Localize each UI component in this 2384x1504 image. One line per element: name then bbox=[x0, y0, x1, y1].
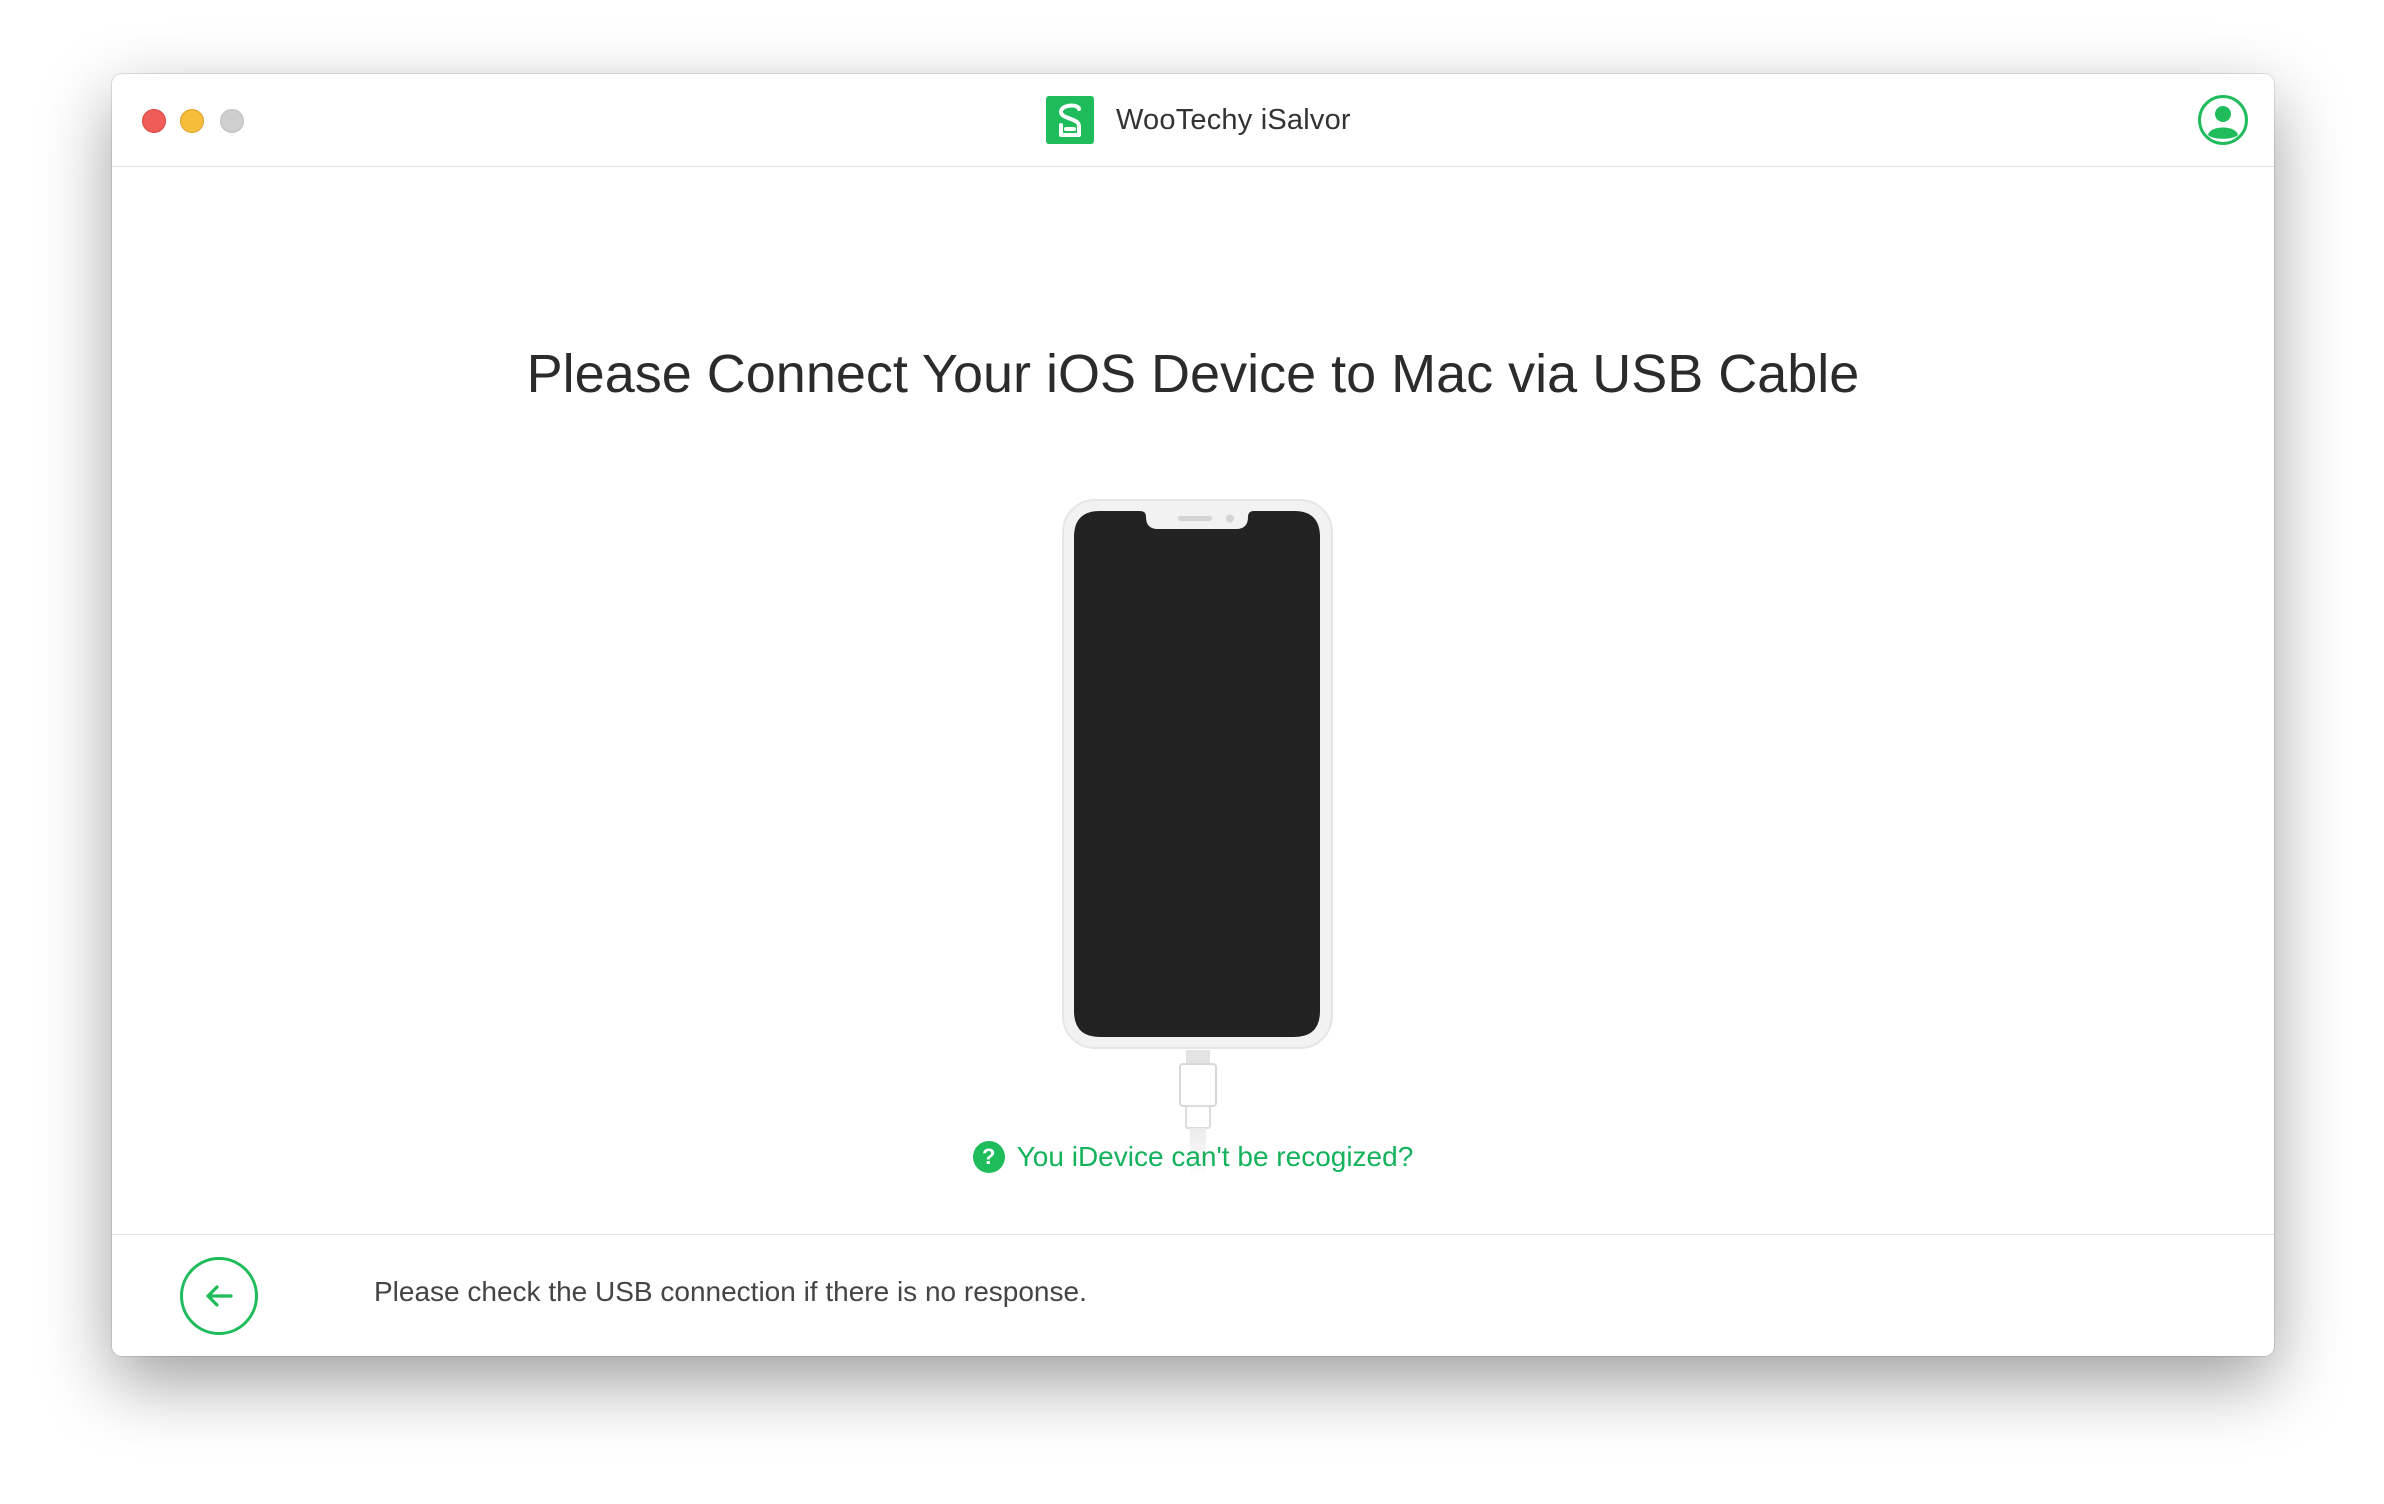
app-logo-icon bbox=[1046, 96, 1094, 144]
main-content: Please Connect Your iOS Device to Mac vi… bbox=[112, 167, 2274, 1234]
app-title-group: WooTechy iSalvor bbox=[1046, 94, 1351, 146]
title-bar: WooTechy iSalvor bbox=[112, 74, 2274, 167]
usb-hint-text: Please check the USB connection if there… bbox=[374, 1276, 1087, 1307]
question-icon: ? bbox=[972, 1141, 1005, 1173]
close-window-button[interactable] bbox=[142, 109, 166, 133]
back-button[interactable] bbox=[180, 1257, 258, 1335]
user-account-icon[interactable] bbox=[2198, 95, 2248, 145]
help-link-text: You iDevice can't be recogized? bbox=[1016, 1141, 1414, 1172]
app-window: WooTechy iSalvor Please Connect Your iOS… bbox=[112, 74, 2274, 1356]
back-arrow-icon bbox=[206, 1285, 233, 1307]
footer-bar: Please check the USB connection if there… bbox=[112, 1234, 2274, 1356]
device-not-recognized-link[interactable]: ? You iDevice can't be recogized? bbox=[112, 1141, 2274, 1173]
iphone-illustration bbox=[1060, 497, 1335, 1177]
minimize-window-button[interactable] bbox=[180, 109, 204, 133]
maximize-window-button[interactable] bbox=[220, 109, 244, 133]
page-heading: Please Connect Your iOS Device to Mac vi… bbox=[526, 344, 1860, 404]
window-title: WooTechy iSalvor bbox=[1116, 103, 1351, 136]
